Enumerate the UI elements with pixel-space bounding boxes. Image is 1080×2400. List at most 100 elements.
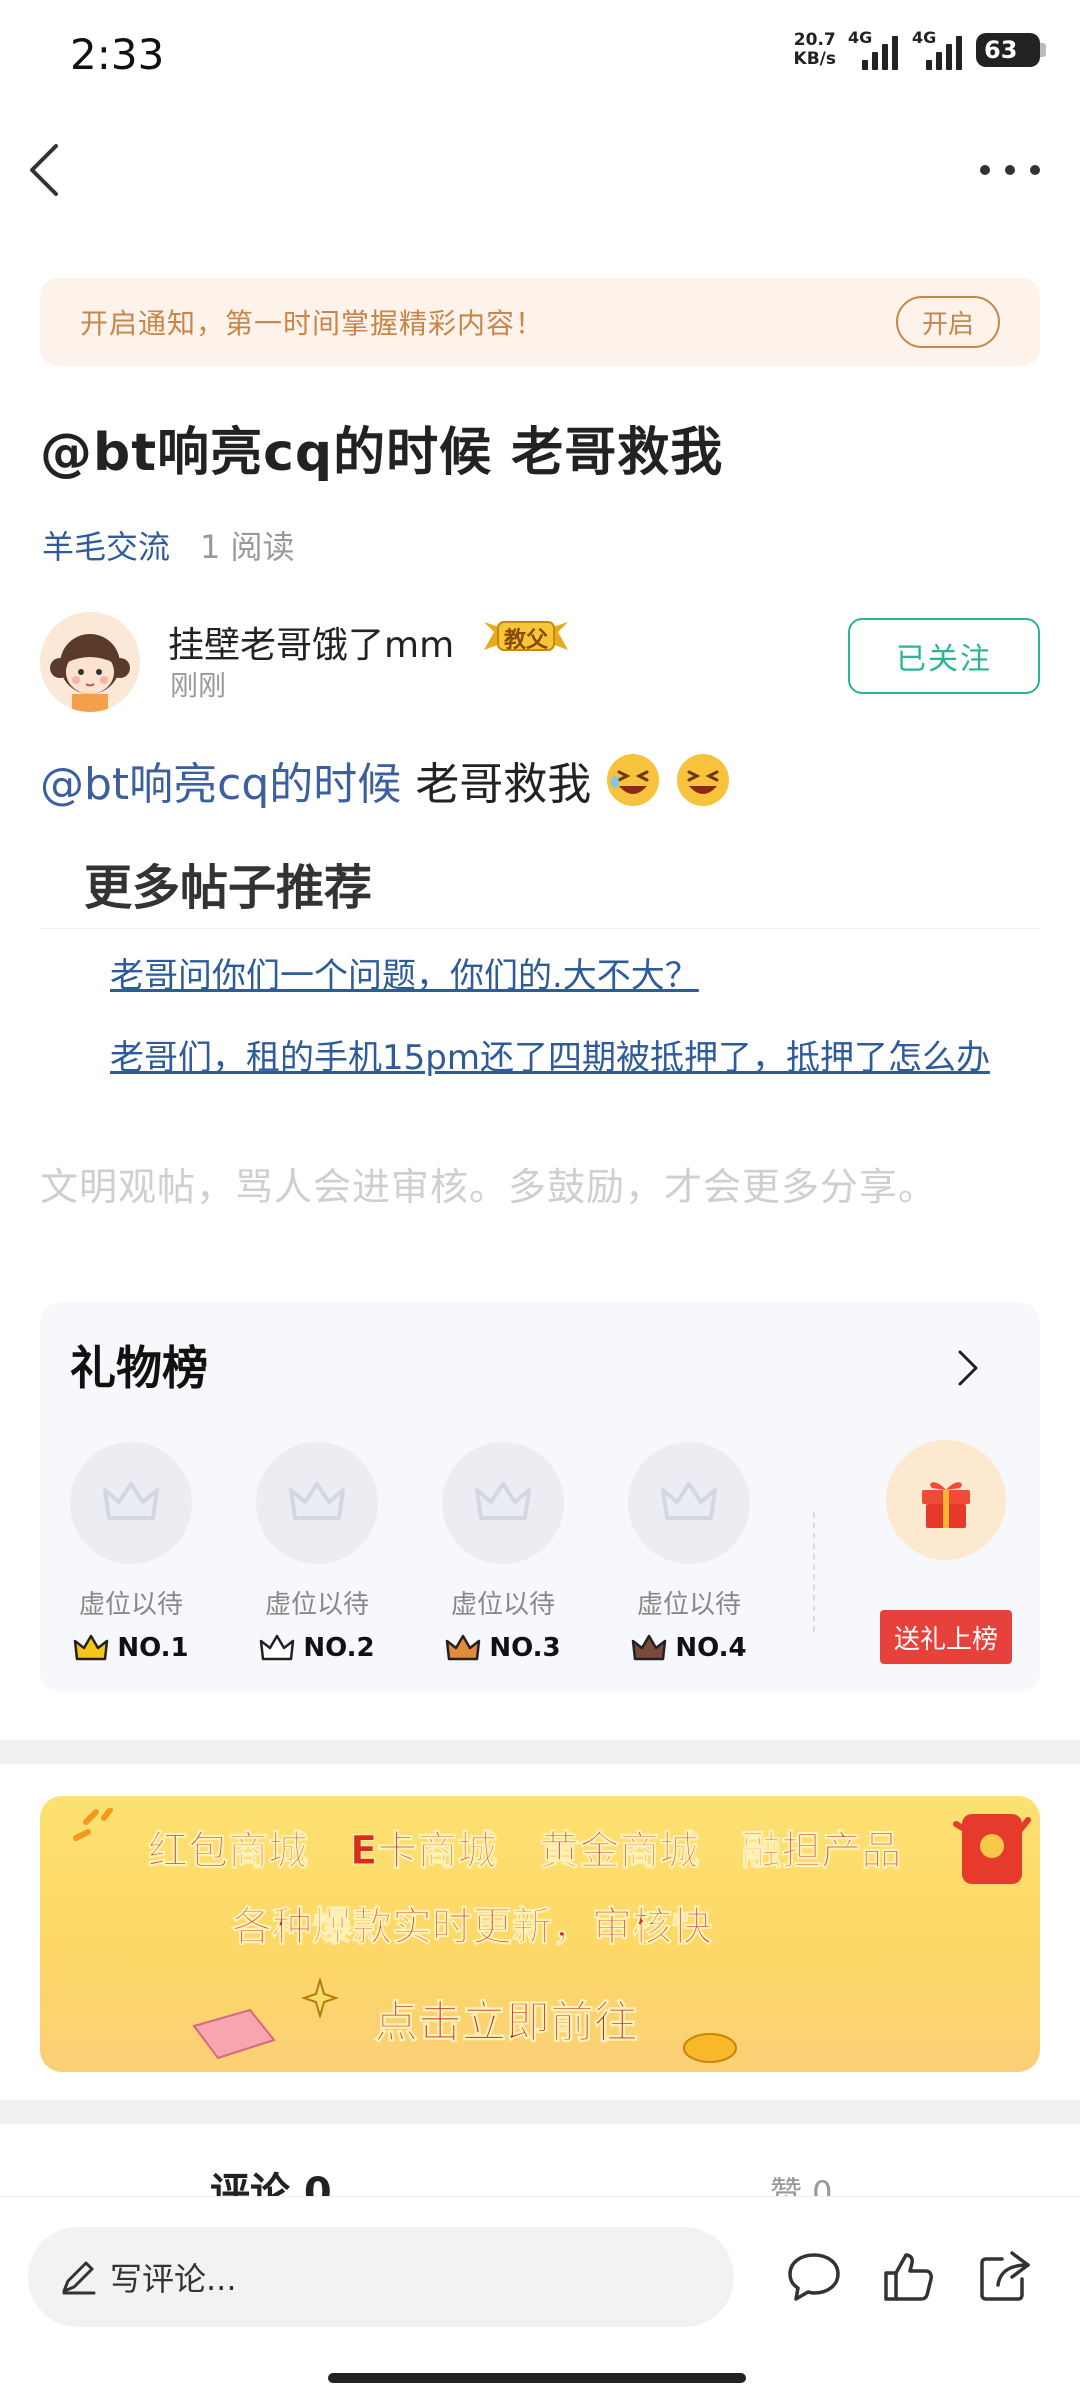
rank-number: NO.1 xyxy=(117,1633,189,1663)
rank-label: NO.2 xyxy=(252,1633,382,1663)
civility-tip: 文明观帖，骂人会进审核。多鼓励，才会更多分享。 xyxy=(40,1165,938,1209)
battery-icon: 63 xyxy=(976,33,1046,67)
sim1-label: 4G xyxy=(848,28,873,47)
crown-outline-icon xyxy=(475,1482,531,1520)
sparkle-lines-icon xyxy=(73,1808,113,1841)
bottom-action-bar: 写评论... xyxy=(0,2196,1080,2400)
network-speed: 20.7 KB/s xyxy=(794,31,836,69)
divider xyxy=(813,1512,815,1632)
title-badge: 教父 xyxy=(480,614,572,658)
network-speed-unit: KB/s xyxy=(793,49,836,69)
author-name[interactable]: 挂壁老哥饿了mm xyxy=(168,616,454,668)
gift-rank-slot[interactable]: 虚位以待 NO.3 xyxy=(438,1442,568,1663)
gift-board: 礼物榜 虚位以待 NO.1 虚位以待 NO.2 虚位以待 NO.3 虚位以待 N… xyxy=(40,1302,1040,1692)
banknote-icon xyxy=(192,2008,276,2060)
gift-rank-slot[interactable]: 虚位以待 NO.4 xyxy=(624,1442,754,1663)
thumbs-up-icon[interactable] xyxy=(880,2249,936,2305)
signal-icon: 4G xyxy=(912,28,964,70)
slot-waiting-text: 虚位以待 xyxy=(636,1590,741,1620)
comment-bubble-icon[interactable] xyxy=(786,2249,842,2305)
body-text: 老哥救我 xyxy=(415,759,592,810)
battery-level: 63 xyxy=(984,36,1018,64)
brown-crown-icon xyxy=(632,1634,667,1661)
promo-subtitle: 各种爆款实时更新，审核快 xyxy=(232,1904,713,1951)
network-speed-value: 20.7 xyxy=(793,30,836,50)
promo-banner[interactable]: 红包商城 E卡商城 黄金商城 融担产品 各种爆款实时更新，审核快 点击立即前往 xyxy=(40,1796,1040,2072)
sim2-label: 4G xyxy=(912,28,937,47)
more-dot-icon xyxy=(1005,165,1015,175)
promo-category: 融担产品 xyxy=(741,1828,902,1875)
empty-slot-avatar xyxy=(628,1442,750,1564)
mention-link[interactable]: @bt响亮cq的时候 xyxy=(40,748,401,812)
status-icons: 20.7 KB/s 4G 4G 63 xyxy=(794,28,1046,70)
bronze-crown-icon xyxy=(446,1634,481,1661)
more-posts-title: 更多帖子推荐 xyxy=(84,860,373,916)
promo-cta: 点击立即前往 xyxy=(374,1997,639,2049)
enable-notification-button[interactable]: 开启 xyxy=(896,296,1000,348)
gift-box-icon xyxy=(922,1482,970,1528)
promo-category: 红包商城 xyxy=(148,1828,309,1875)
rank-number: NO.3 xyxy=(489,1633,561,1663)
slot-waiting-text: 虚位以待 xyxy=(78,1590,183,1620)
crown-outline-icon xyxy=(289,1482,345,1520)
gift-board-title[interactable]: 礼物榜 xyxy=(70,1332,208,1398)
recommended-post-link[interactable]: 老哥们，租的手机15pm还了四期被抵押了，抵押了怎么办 xyxy=(110,1030,990,1079)
crown-outline-icon xyxy=(103,1482,159,1520)
comment-input[interactable]: 写评论... xyxy=(28,2227,734,2327)
follow-button[interactable]: 已关注 xyxy=(848,618,1040,694)
rank-label: NO.4 xyxy=(624,1633,754,1663)
slot-waiting-text: 虚位以待 xyxy=(264,1590,369,1620)
gift-button[interactable] xyxy=(886,1440,1006,1560)
avatar[interactable] xyxy=(40,612,140,712)
crown-outline-icon xyxy=(661,1482,717,1520)
laughing-emoji-icon xyxy=(607,754,660,806)
notification-banner: 开启通知，第一时间掌握精彩内容！ 开启 xyxy=(40,278,1040,366)
chevron-right-icon[interactable] xyxy=(956,1348,980,1388)
rank-label: NO.3 xyxy=(438,1633,568,1663)
promo-categories: 红包商城 E卡商城 黄金商城 融担产品 xyxy=(148,1818,902,1876)
red-envelope-mascot-icon xyxy=(953,1814,1031,1884)
empty-slot-avatar xyxy=(442,1442,564,1564)
comment-placeholder: 写评论... xyxy=(110,2260,237,2298)
section-divider xyxy=(0,2100,1080,2124)
slot-waiting-text: 虚位以待 xyxy=(450,1590,555,1620)
promo-category: E卡商城 xyxy=(349,1828,498,1875)
rank-number: NO.2 xyxy=(303,1633,375,1663)
pencil-icon xyxy=(62,2261,96,2295)
send-gift-button[interactable]: 送礼上榜 xyxy=(880,1610,1012,1664)
more-dot-icon xyxy=(980,165,990,175)
laughing-emoji-icon xyxy=(677,754,730,806)
notification-text: 开启通知，第一时间掌握精彩内容！ xyxy=(80,307,545,340)
gift-rank-slot[interactable]: 虚位以待 NO.2 xyxy=(252,1442,382,1663)
back-arrow-icon xyxy=(30,144,58,196)
gift-rank-slot[interactable]: 虚位以待 NO.1 xyxy=(66,1442,196,1663)
badge-label: 教父 xyxy=(504,628,549,653)
rank-label: NO.1 xyxy=(66,1633,196,1663)
post-time: 刚刚 xyxy=(170,669,227,702)
girl-avatar-icon xyxy=(40,612,140,712)
post-title: @bt响亮cq的时候 老哥救我 xyxy=(40,423,724,483)
home-indicator[interactable] xyxy=(328,2373,746,2383)
status-bar: 2:33 20.7 KB/s 4G 4G 63 xyxy=(0,0,1080,110)
more-options-button[interactable] xyxy=(980,150,1040,190)
section-divider xyxy=(0,1740,1080,1764)
empty-slot-avatar xyxy=(256,1442,378,1564)
signal-icon: 4G xyxy=(848,28,900,70)
rank-number: NO.4 xyxy=(675,1633,747,1663)
back-button[interactable] xyxy=(22,138,82,202)
recommended-post-link[interactable]: 老哥问你们一个问题，你们的.大不大？ xyxy=(110,948,990,997)
read-count: 1 阅读 xyxy=(200,528,295,566)
post-body: @bt响亮cq的时候 老哥救我 xyxy=(40,748,731,812)
gold-crown-icon xyxy=(74,1634,109,1661)
more-dot-icon xyxy=(1030,165,1040,175)
empty-slot-avatar xyxy=(70,1442,192,1564)
divider xyxy=(40,928,1040,929)
gold-coin-icon xyxy=(683,2033,737,2063)
category-link[interactable]: 羊毛交流 xyxy=(42,522,170,568)
post-meta: 羊毛交流 1 阅读 xyxy=(42,522,295,568)
author-row: 挂壁老哥饿了mm 教父 刚刚 已关注 xyxy=(40,612,1040,712)
silver-crown-icon xyxy=(260,1634,295,1661)
star-sparkle-icon xyxy=(302,1978,338,2018)
promo-category: 黄金商城 xyxy=(539,1828,700,1875)
share-icon[interactable] xyxy=(976,2249,1032,2305)
